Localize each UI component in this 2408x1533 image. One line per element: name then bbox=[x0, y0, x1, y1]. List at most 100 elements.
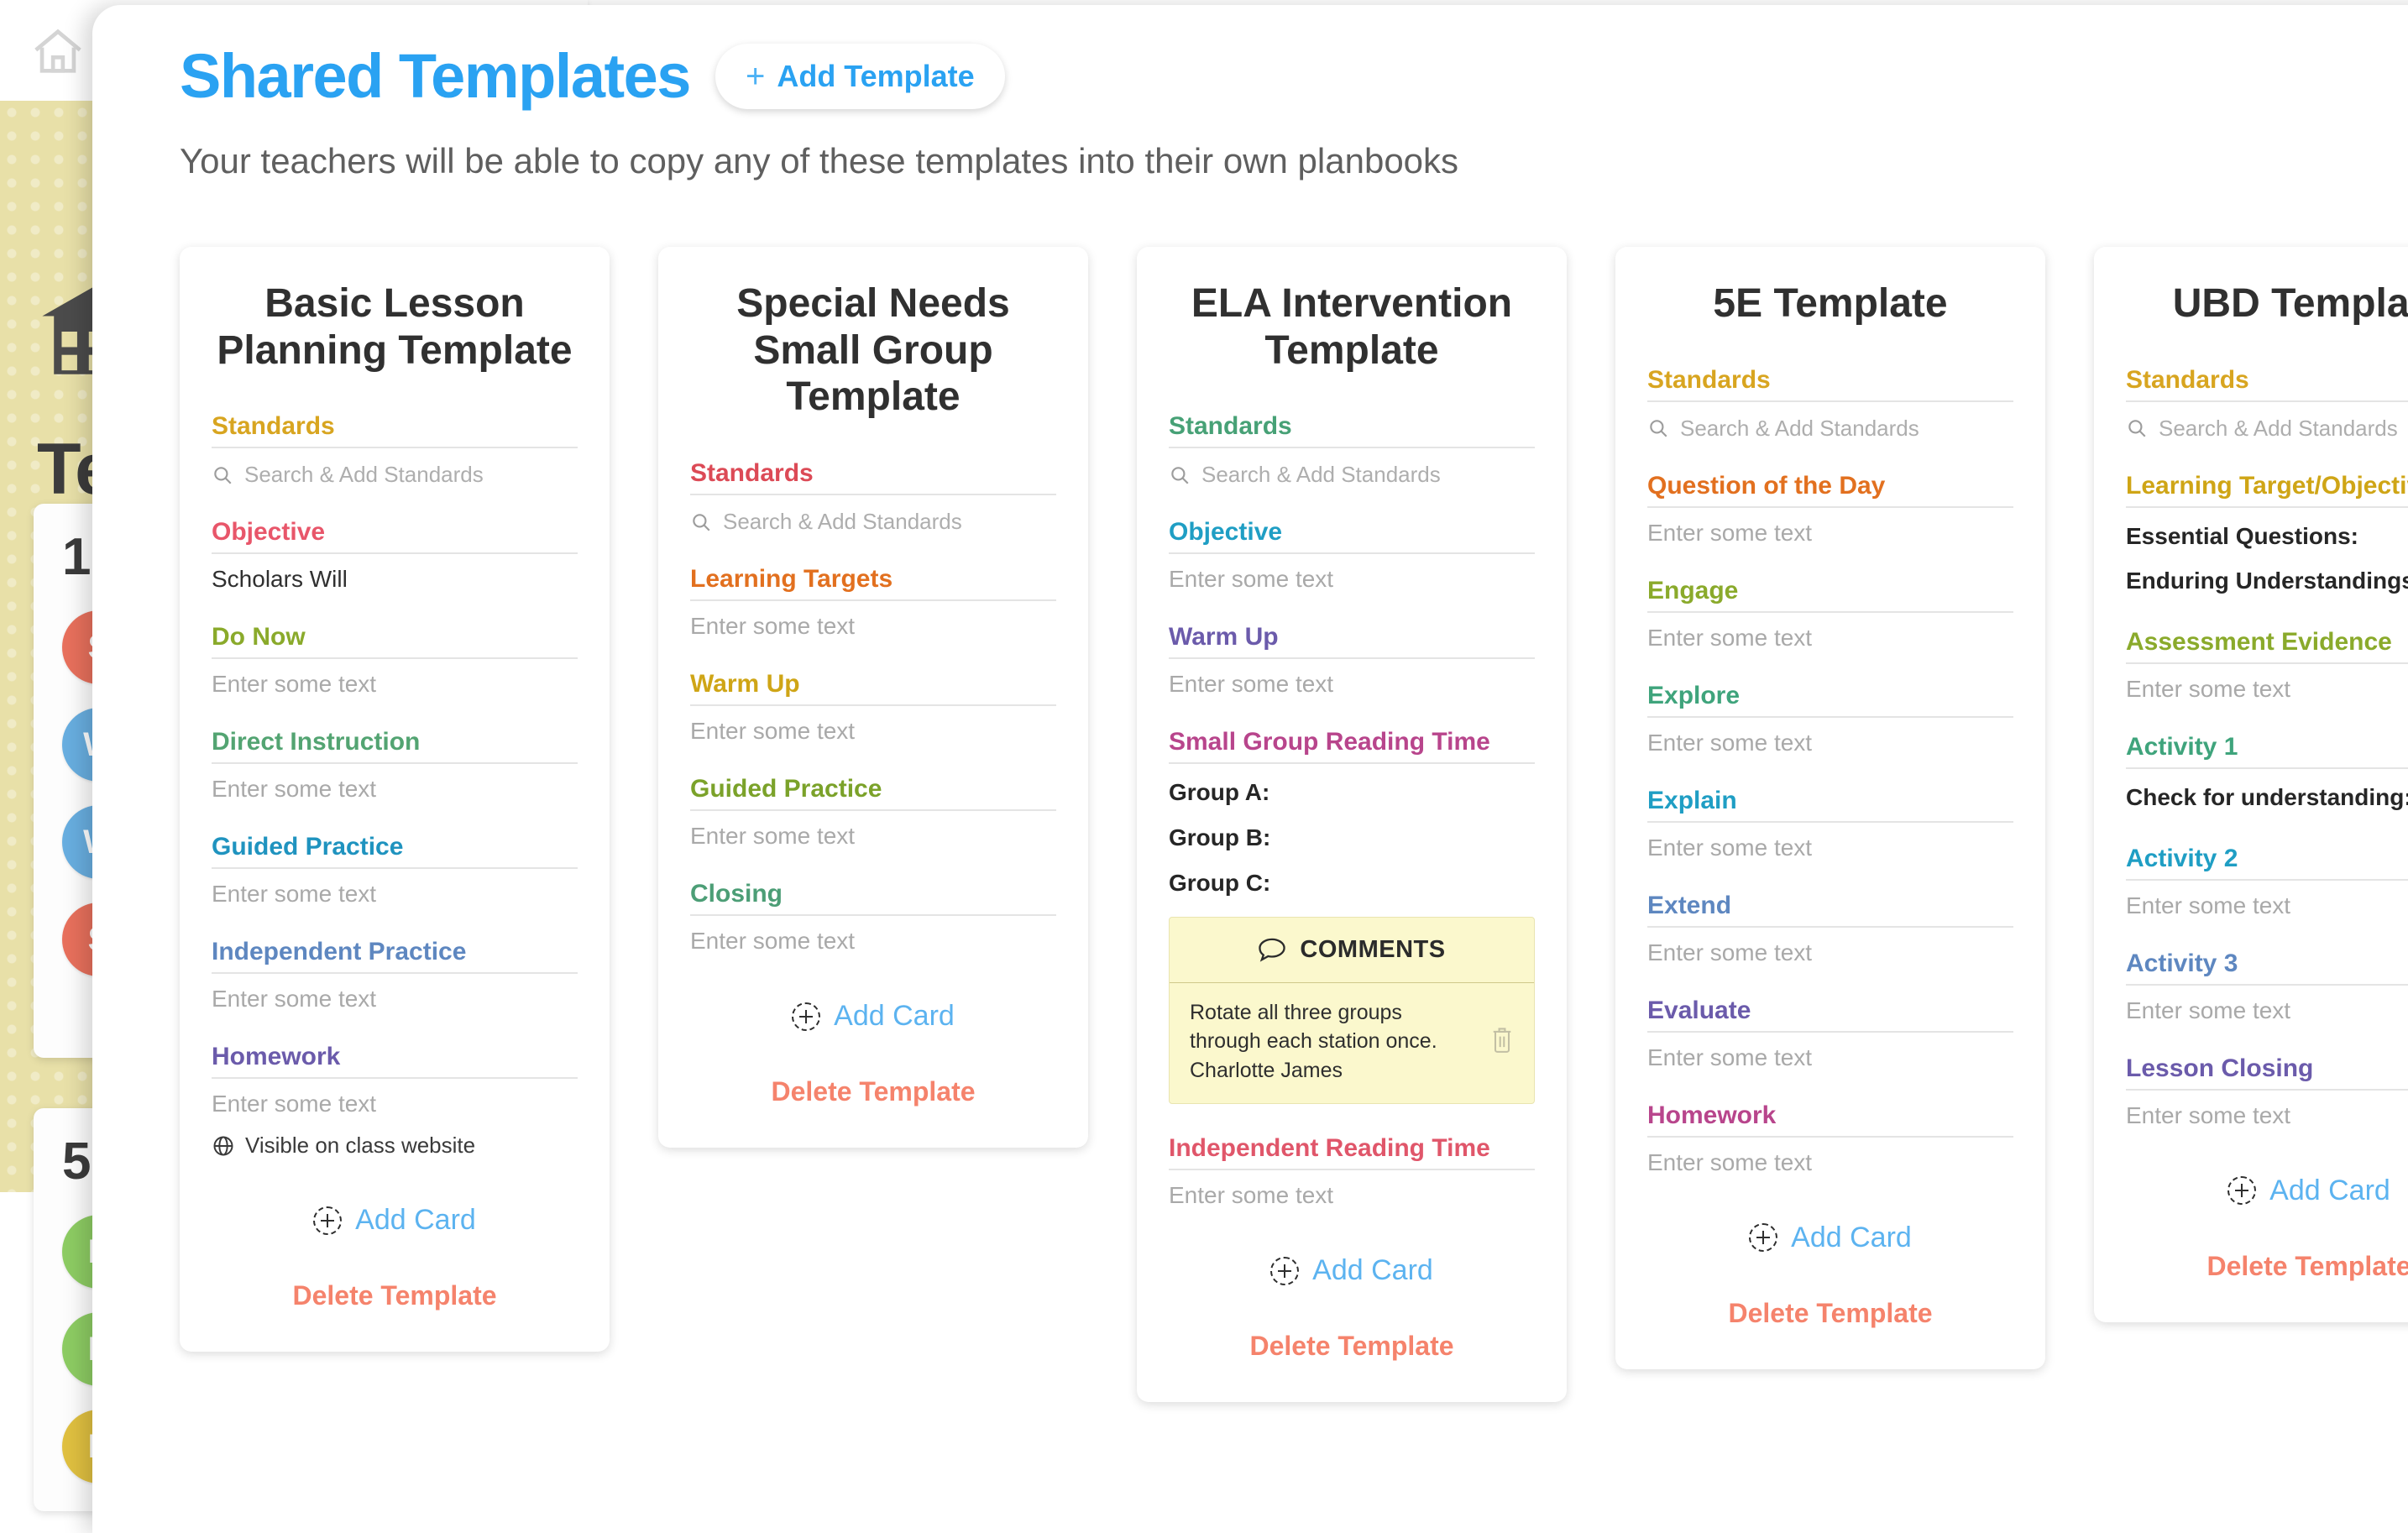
section-placeholder[interactable]: Enter some text bbox=[2126, 986, 2408, 1024]
comments-label: COMMENTS bbox=[1300, 936, 1445, 964]
standards-search-input[interactable]: Search & Add Standards bbox=[1169, 448, 1535, 488]
standards-search-input[interactable]: Search & Add Standards bbox=[690, 495, 1056, 535]
section-placeholder[interactable]: Enter some text bbox=[1647, 613, 2013, 651]
modal-header: Shared Templates + Add Template Your tea… bbox=[92, 5, 2408, 181]
template-card[interactable]: Special Needs Small Group TemplateStanda… bbox=[658, 247, 1088, 1148]
section-heading[interactable]: Independent Practice bbox=[212, 938, 578, 974]
delete-template-button[interactable]: Delete Template bbox=[2126, 1251, 2408, 1282]
section-heading[interactable]: Explore bbox=[1647, 682, 2013, 718]
section-placeholder[interactable]: Enter some text bbox=[1647, 823, 2013, 861]
section-heading[interactable]: Small Group Reading Time bbox=[1169, 728, 1535, 764]
template-card[interactable]: Basic Lesson Planning TemplateStandardsS… bbox=[180, 247, 610, 1352]
section-placeholder[interactable]: Enter some text bbox=[1647, 508, 2013, 547]
section-heading[interactable]: Standards bbox=[1647, 366, 2013, 402]
section-heading[interactable]: Question of the Day bbox=[1647, 472, 2013, 508]
reading-group-line[interactable]: Group B: bbox=[1169, 809, 1535, 855]
section-placeholder[interactable]: Enter some text bbox=[1647, 1033, 2013, 1071]
section-heading[interactable]: Learning Targets bbox=[690, 565, 1056, 601]
reading-group-line[interactable]: Group C: bbox=[1169, 855, 1535, 900]
add-card-button[interactable]: Add Card bbox=[2126, 1175, 2408, 1207]
delete-template-button[interactable]: Delete Template bbox=[690, 1076, 1056, 1107]
section-placeholder[interactable]: Enter some text bbox=[2126, 1091, 2408, 1129]
section-heading[interactable]: Learning Target/Objective bbox=[2126, 472, 2408, 508]
section-heading[interactable]: Assessment Evidence bbox=[2126, 628, 2408, 664]
add-template-button[interactable]: + Add Template bbox=[715, 44, 1005, 109]
section-bold-line[interactable]: Check for understanding: bbox=[2126, 769, 2408, 814]
section-placeholder[interactable]: Enter some text bbox=[1169, 1170, 1535, 1209]
section-heading[interactable]: Do Now bbox=[212, 623, 578, 659]
section-heading[interactable]: Objective bbox=[1169, 518, 1535, 554]
section-heading[interactable]: Homework bbox=[212, 1043, 578, 1079]
section-heading[interactable]: Standards bbox=[690, 459, 1056, 495]
template-section: Small Group Reading TimeGroup A:Group B:… bbox=[1169, 728, 1535, 1104]
section-placeholder[interactable]: Enter some text bbox=[1169, 554, 1535, 593]
section-placeholder[interactable]: Enter some text bbox=[690, 706, 1056, 745]
section-value[interactable]: Scholars Will bbox=[212, 554, 578, 593]
section-heading[interactable]: Standards bbox=[1169, 412, 1535, 448]
add-card-button[interactable]: Add Card bbox=[212, 1204, 578, 1237]
reading-group-line[interactable]: Group A: bbox=[1169, 764, 1535, 809]
search-icon bbox=[2126, 417, 2148, 439]
section-heading[interactable]: Standards bbox=[212, 412, 578, 448]
section-heading[interactable]: Activity 3 bbox=[2126, 950, 2408, 986]
template-card[interactable]: 5E TemplateStandardsSearch & Add Standar… bbox=[1615, 247, 2045, 1369]
section-placeholder[interactable]: Enter some text bbox=[690, 811, 1056, 850]
section-placeholder[interactable]: Enter some text bbox=[690, 601, 1056, 640]
template-section: EvaluateEnter some text bbox=[1647, 997, 2013, 1071]
section-placeholder[interactable]: Enter some text bbox=[2126, 664, 2408, 703]
section-bold-line[interactable]: Essential Questions: bbox=[2126, 508, 2408, 553]
comments-header[interactable]: COMMENTS bbox=[1170, 918, 1534, 983]
delete-comment-icon[interactable] bbox=[1490, 1026, 1514, 1053]
section-placeholder[interactable]: Enter some text bbox=[690, 916, 1056, 955]
template-card-title: UBD Template bbox=[2126, 280, 2408, 327]
section-placeholder[interactable]: Enter some text bbox=[212, 659, 578, 698]
template-section: ExploreEnter some text bbox=[1647, 682, 2013, 756]
delete-template-button[interactable]: Delete Template bbox=[1647, 1298, 2013, 1329]
section-heading[interactable]: Standards bbox=[2126, 366, 2408, 402]
add-card-label: Add Card bbox=[834, 1000, 955, 1033]
section-bold-line[interactable]: Enduring Understandings: bbox=[2126, 552, 2408, 598]
delete-template-button[interactable]: Delete Template bbox=[1169, 1331, 1535, 1362]
section-placeholder[interactable]: Enter some text bbox=[2126, 881, 2408, 919]
home-icon[interactable] bbox=[29, 22, 87, 81]
section-heading[interactable]: Explain bbox=[1647, 787, 2013, 823]
standards-search-input[interactable]: Search & Add Standards bbox=[2126, 402, 2408, 442]
standards-placeholder: Search & Add Standards bbox=[244, 462, 484, 488]
delete-template-button[interactable]: Delete Template bbox=[212, 1280, 578, 1311]
section-placeholder[interactable]: Enter some text bbox=[1647, 928, 2013, 966]
section-heading[interactable]: Extend bbox=[1647, 892, 2013, 928]
standards-search-input[interactable]: Search & Add Standards bbox=[212, 448, 578, 488]
add-card-label: Add Card bbox=[355, 1204, 476, 1237]
visible-on-website-toggle[interactable]: Visible on class website bbox=[212, 1133, 578, 1159]
standards-placeholder: Search & Add Standards bbox=[2159, 416, 2398, 442]
section-heading[interactable]: Objective bbox=[212, 518, 578, 554]
section-heading[interactable]: Guided Practice bbox=[212, 833, 578, 869]
add-card-button[interactable]: Add Card bbox=[690, 1000, 1056, 1033]
section-heading[interactable]: Homework bbox=[1647, 1101, 2013, 1138]
section-placeholder[interactable]: Enter some text bbox=[1647, 718, 2013, 756]
section-heading[interactable]: Warm Up bbox=[1169, 623, 1535, 659]
template-section: Independent PracticeEnter some text bbox=[212, 938, 578, 1012]
templates-list[interactable]: Basic Lesson Planning TemplateStandardsS… bbox=[180, 247, 2408, 1402]
section-heading[interactable]: Closing bbox=[690, 880, 1056, 916]
section-heading[interactable]: Guided Practice bbox=[690, 775, 1056, 811]
section-heading[interactable]: Warm Up bbox=[690, 670, 1056, 706]
section-heading[interactable]: Independent Reading Time bbox=[1169, 1134, 1535, 1170]
section-placeholder[interactable]: Enter some text bbox=[212, 869, 578, 908]
add-card-button[interactable]: Add Card bbox=[1169, 1254, 1535, 1287]
template-card[interactable]: UBD Template Standards Search & Add Standa… bbox=[2094, 247, 2408, 1322]
standards-search-input[interactable]: Search & Add Standards bbox=[1647, 402, 2013, 442]
section-placeholder[interactable]: Enter some text bbox=[212, 1079, 578, 1117]
template-card[interactable]: ELA Intervention TemplateStandardsSearch… bbox=[1137, 247, 1567, 1402]
section-heading[interactable]: Activity 1 bbox=[2126, 733, 2408, 769]
section-placeholder[interactable]: Enter some text bbox=[212, 764, 578, 803]
section-heading[interactable]: Engage bbox=[1647, 577, 2013, 613]
section-heading[interactable]: Evaluate bbox=[1647, 997, 2013, 1033]
add-card-button[interactable]: Add Card bbox=[1647, 1222, 2013, 1254]
section-placeholder[interactable]: Enter some text bbox=[1169, 659, 1535, 698]
section-placeholder[interactable]: Enter some text bbox=[1647, 1138, 2013, 1176]
section-heading[interactable]: Lesson Closing bbox=[2126, 1054, 2408, 1091]
section-placeholder[interactable]: Enter some text bbox=[212, 974, 578, 1012]
section-heading[interactable]: Activity 2 bbox=[2126, 845, 2408, 881]
section-heading[interactable]: Direct Instruction bbox=[212, 728, 578, 764]
